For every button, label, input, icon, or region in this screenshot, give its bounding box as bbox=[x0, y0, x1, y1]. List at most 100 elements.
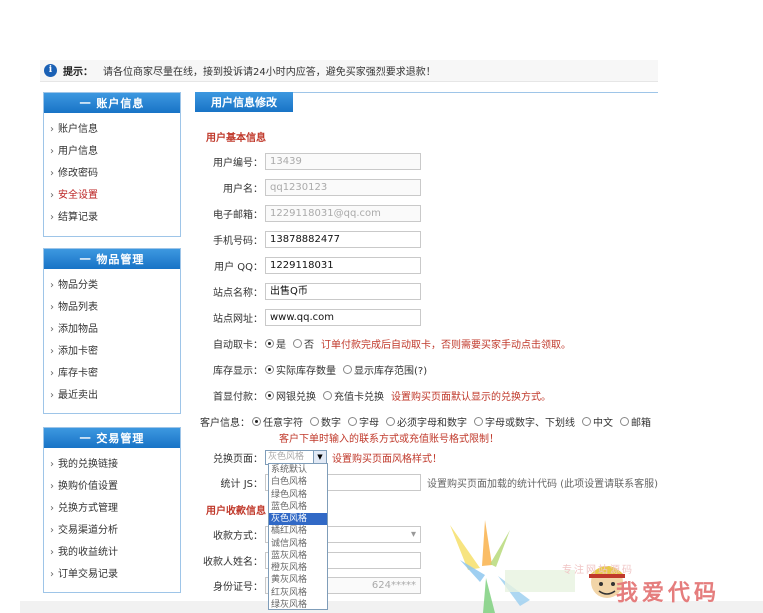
user-id-field: 13439 bbox=[265, 152, 421, 170]
stock-label: 库存显示： bbox=[213, 365, 263, 377]
pay-method-label: 收款方式： bbox=[213, 530, 263, 542]
sidebar-item-security[interactable]: 安全设置 bbox=[50, 185, 180, 207]
sidebar-item-recent-sold[interactable]: 最近卖出 bbox=[50, 385, 180, 407]
ci-alnum-underscore-option[interactable]: 字母或数字、下划线 bbox=[474, 414, 575, 429]
qq-label: 用户 QQ： bbox=[214, 261, 263, 273]
style-option[interactable]: 绿色风格 bbox=[269, 489, 327, 501]
email-label: 电子邮箱： bbox=[213, 209, 263, 221]
style-option[interactable]: 白色风格 bbox=[269, 476, 327, 488]
sidebar-item-change-password[interactable]: 修改密码 bbox=[50, 163, 180, 185]
notice-bar: i 提示： 请各位商家尽量在线，接到投诉请24小时内应答，避免买家强烈要求退款！ bbox=[40, 60, 658, 82]
sidebar-item-order-records[interactable]: 订单交易记录 bbox=[50, 564, 180, 586]
row-site-url: 站点网址： www.qq.com bbox=[195, 308, 421, 326]
sidebar-item-exchange-method[interactable]: 兑换方式管理 bbox=[50, 498, 180, 520]
section-payment-title: 用户收款信息 bbox=[206, 506, 266, 517]
ci-chinese-option[interactable]: 中文 bbox=[582, 414, 613, 429]
user-id-label: 用户编号： bbox=[213, 157, 263, 169]
ci-digits-option[interactable]: 数字 bbox=[310, 414, 341, 429]
notice-label: 提示： bbox=[63, 67, 93, 78]
site-url-input[interactable]: www.qq.com bbox=[265, 308, 421, 326]
sidebar-goods-title[interactable]: 一 物品管理 bbox=[44, 249, 180, 269]
radio-icon[interactable] bbox=[582, 416, 591, 426]
sidebar-item-settlement[interactable]: 结算记录 bbox=[50, 207, 180, 229]
ci-letters-digits-option[interactable]: 必须字母和数字 bbox=[386, 414, 467, 429]
radio-icon[interactable] bbox=[343, 364, 352, 374]
radio-icon[interactable] bbox=[348, 416, 357, 426]
style-option[interactable]: 诚信风格 bbox=[269, 538, 327, 550]
stock-range-option[interactable]: 显示库存范围(?) bbox=[343, 362, 427, 377]
row-username: 用户名： qq1230123 bbox=[195, 178, 421, 196]
sidebar-item-category[interactable]: 物品分类 bbox=[50, 275, 180, 297]
radio-icon[interactable] bbox=[310, 416, 319, 426]
sidebar-trade-title[interactable]: 一 交易管理 bbox=[44, 428, 180, 448]
radio-icon[interactable] bbox=[474, 416, 483, 426]
auto-card-yes[interactable]: 是 bbox=[265, 336, 286, 351]
sidebar-item-add-card[interactable]: 添加卡密 bbox=[50, 341, 180, 363]
radio-icon[interactable] bbox=[323, 390, 332, 400]
style-option[interactable]: 橙灰风格 bbox=[269, 562, 327, 574]
page-style-dropdown[interactable]: 系统默认 白色风格 绿色风格 蓝色风格 灰色风格 橘红风格 诚信风格 蓝灰风格 … bbox=[268, 463, 328, 610]
sidebar-item-income-stats[interactable]: 我的收益统计 bbox=[50, 542, 180, 564]
radio-icon[interactable] bbox=[265, 338, 274, 348]
qq-input[interactable]: 1229118031 bbox=[265, 256, 421, 274]
radio-icon[interactable] bbox=[293, 338, 302, 348]
style-option[interactable]: 蓝色风格 bbox=[269, 501, 327, 513]
row-auto-card: 自动取卡： 是 否 订单付款完成后自动取卡，否则需要买家手动点击领取。 bbox=[195, 334, 571, 352]
site-name-input[interactable]: 出售Q币 bbox=[265, 282, 421, 300]
radio-icon[interactable] bbox=[620, 416, 629, 426]
row-customer-info: 客户信息： 任意字符 数字 字母 必须字母和数字 字母或数字、下划线 中文 邮箱 bbox=[195, 412, 658, 430]
sidebar-item-channel-analysis[interactable]: 交易渠道分析 bbox=[50, 520, 180, 542]
customer-info-label: 客户信息： bbox=[200, 417, 250, 429]
sidebar-item-account-info[interactable]: 账户信息 bbox=[50, 119, 180, 141]
sidebar-item-stock-card[interactable]: 库存卡密 bbox=[50, 363, 180, 385]
sidebar-item-add-goods[interactable]: 添加物品 bbox=[50, 319, 180, 341]
id-number-label: 身份证号： bbox=[213, 581, 263, 593]
auto-card-no[interactable]: 否 bbox=[293, 336, 314, 351]
page-style-label: 兑换页面： bbox=[213, 453, 263, 465]
dropdown-arrow-icon[interactable]: ▼ bbox=[313, 450, 326, 464]
pay-card-option[interactable]: 充值卡兑换 bbox=[323, 388, 384, 403]
row-site-name: 站点名称： 出售Q币 bbox=[195, 282, 421, 300]
auto-card-note: 订单付款完成后自动取卡，否则需要买家手动点击领取。 bbox=[321, 339, 571, 351]
site-name-label: 站点名称： bbox=[213, 287, 263, 299]
stock-actual-option[interactable]: 实际库存数量 bbox=[265, 362, 336, 377]
stats-js-label: 统计 JS： bbox=[220, 478, 263, 490]
row-phone: 手机号码： 13878882477 bbox=[195, 230, 421, 248]
style-option[interactable]: 系统默认 bbox=[269, 464, 327, 476]
sidebar-account-panel: 一 账户信息 账户信息 用户信息 修改密码 安全设置 结算记录 bbox=[43, 92, 181, 237]
sidebar-account-title[interactable]: 一 账户信息 bbox=[44, 93, 180, 113]
username-field: qq1230123 bbox=[265, 178, 421, 196]
style-option[interactable]: 红灰风格 bbox=[269, 587, 327, 599]
style-option-selected[interactable]: 灰色风格 bbox=[269, 513, 327, 526]
sidebar-item-value-setting[interactable]: 换购价值设置 bbox=[50, 476, 180, 498]
radio-icon[interactable] bbox=[252, 416, 261, 426]
tab-user-info-edit[interactable]: 用户信息修改 bbox=[195, 92, 293, 112]
sidebar-item-exchange-link[interactable]: 我的兑换链接 bbox=[50, 454, 180, 476]
sidebar-item-goods-list[interactable]: 物品列表 bbox=[50, 297, 180, 319]
row-stats-js: 统计 JS： 设置购买页面加载的统计代码 (此项设置请联系客服) bbox=[195, 473, 658, 491]
radio-icon[interactable] bbox=[386, 416, 395, 426]
row-email: 电子邮箱： 1229118031@qq.com bbox=[195, 204, 421, 222]
page-style-value: 灰色风格 bbox=[268, 451, 305, 462]
email-field: 1229118031@qq.com bbox=[265, 204, 421, 222]
ci-any-option[interactable]: 任意字符 bbox=[252, 414, 303, 429]
radio-icon[interactable] bbox=[265, 364, 274, 374]
pay-bank-option[interactable]: 网银兑换 bbox=[265, 388, 316, 403]
sidebar-item-user-info[interactable]: 用户信息 bbox=[50, 141, 180, 163]
style-option[interactable]: 绿灰风格 bbox=[269, 599, 327, 609]
main-panel: 用户信息修改 用户基本信息 用户编号： 13439 用户名： qq1230123… bbox=[195, 92, 658, 613]
payee-name-label: 收款人姓名： bbox=[203, 556, 263, 568]
ci-letters-option[interactable]: 字母 bbox=[348, 414, 379, 429]
ci-email-option[interactable]: 邮箱 bbox=[620, 414, 651, 429]
style-option[interactable]: 蓝灰风格 bbox=[269, 550, 327, 562]
radio-icon[interactable] bbox=[265, 390, 274, 400]
phone-input[interactable]: 13878882477 bbox=[265, 230, 421, 248]
stats-js-note: 设置购买页面加载的统计代码 (此项设置请联系客服) bbox=[427, 478, 658, 490]
style-option[interactable]: 橘红风格 bbox=[269, 525, 327, 537]
pay-default-label: 首显付款： bbox=[213, 391, 263, 403]
page-style-note: 设置购买页面风格样式！ bbox=[332, 453, 442, 465]
username-label: 用户名： bbox=[223, 183, 263, 195]
style-option[interactable]: 黄灰风格 bbox=[269, 574, 327, 586]
row-pay-default: 首显付款： 网银兑换 充值卡兑换 设置购买页面默认显示的兑换方式。 bbox=[195, 386, 551, 404]
site-url-label: 站点网址： bbox=[213, 313, 263, 325]
